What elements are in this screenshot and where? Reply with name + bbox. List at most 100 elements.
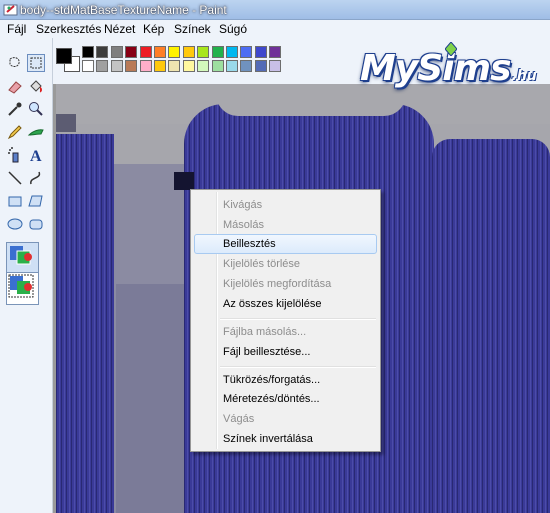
rectangle-tool[interactable] <box>6 192 24 210</box>
plumbob-icon <box>445 42 457 56</box>
palette-swatch[interactable] <box>269 46 282 58</box>
menu-colors[interactable]: Színek <box>174 22 211 36</box>
palette-swatch[interactable] <box>125 46 138 58</box>
menu-file[interactable]: Fájl <box>7 22 26 36</box>
airbrush-icon <box>8 147 19 163</box>
logo-suffix: .hu <box>511 68 537 84</box>
paint-app-icon[interactable] <box>3 2 19 17</box>
palette-swatch[interactable] <box>182 46 195 58</box>
pencil-tool[interactable] <box>6 123 24 141</box>
palette-swatch[interactable] <box>82 46 94 58</box>
menu-item-invert-selection[interactable]: Kijelölés megfordítása <box>194 275 377 295</box>
texture-neckline <box>216 94 406 116</box>
magnifier-icon <box>29 102 43 116</box>
palette-swatch[interactable] <box>96 60 109 72</box>
palette-swatch[interactable] <box>139 60 152 72</box>
brush-tool[interactable] <box>27 123 45 141</box>
svg-text:A: A <box>30 148 42 164</box>
menu-item-select-all[interactable]: Az összes kijelölése <box>194 295 377 315</box>
ellipse-tool[interactable] <box>6 215 24 233</box>
menu-separator <box>220 318 376 320</box>
logo-text: MySims <box>360 48 511 89</box>
color-picker-tool[interactable] <box>6 100 24 118</box>
palette-swatch[interactable] <box>110 60 123 72</box>
palette-swatch[interactable] <box>226 60 238 72</box>
menu-help[interactable]: Súgó <box>219 22 247 36</box>
palette-swatch[interactable] <box>139 46 152 58</box>
texture-lower-strip <box>116 284 184 513</box>
texture-shadow-block <box>56 114 76 132</box>
menu-item-paste-from-file[interactable]: Fájl beillesztése... <box>194 343 377 363</box>
rounded-rectangle-tool[interactable] <box>27 215 45 233</box>
palette-swatch[interactable] <box>82 60 94 72</box>
fill-bucket-icon <box>30 80 42 93</box>
palette-swatch[interactable] <box>197 46 210 58</box>
polygon-icon <box>28 195 43 207</box>
palette-swatch[interactable] <box>125 60 138 72</box>
select-tool[interactable] <box>27 54 45 72</box>
airbrush-tool[interactable] <box>6 146 24 164</box>
opaque-selection-icon <box>10 246 32 265</box>
palette-swatch[interactable] <box>182 60 195 72</box>
opaque-background-option[interactable] <box>6 242 39 275</box>
tool-panel: A <box>0 38 53 513</box>
window-title: body--stdMatBaseTextureName - Paint <box>20 3 227 17</box>
palette-swatch[interactable] <box>154 46 166 58</box>
palette-swatch[interactable] <box>240 46 253 58</box>
text-tool[interactable]: A <box>27 146 45 164</box>
free-form-select-icon <box>9 57 20 67</box>
menu-item-copy-to-file[interactable]: Fájlba másolás... <box>194 323 377 343</box>
palette-swatch[interactable] <box>226 46 238 58</box>
pencil-icon <box>7 125 22 140</box>
texture-dark-block <box>174 172 194 190</box>
texture-left-sleeve <box>56 134 114 513</box>
transparent-background-option[interactable] <box>6 272 39 305</box>
eyedropper-icon <box>8 102 22 116</box>
texture-right-sleeve <box>432 139 550 513</box>
palette-swatch[interactable] <box>110 46 123 58</box>
ellipse-icon <box>7 218 23 230</box>
menu-image[interactable]: Kép <box>143 22 164 36</box>
foreground-color-swatch[interactable] <box>56 48 72 64</box>
eraser-tool[interactable] <box>6 78 24 96</box>
current-colors[interactable] <box>54 46 84 76</box>
menu-item-clear-selection[interactable]: Kijelölés törlése <box>194 255 377 275</box>
text-icon: A <box>30 148 42 164</box>
palette-swatch[interactable] <box>269 60 282 72</box>
magnifier-tool[interactable] <box>27 100 45 118</box>
menu-edit[interactable]: Szerkesztés <box>36 22 101 36</box>
line-icon <box>8 171 22 185</box>
menu-separator <box>220 366 376 368</box>
palette-swatch[interactable] <box>96 46 109 58</box>
free-form-select-tool[interactable] <box>6 54 24 72</box>
brush-icon <box>27 129 44 136</box>
palette-swatch[interactable] <box>168 60 181 72</box>
curve-icon <box>30 171 41 185</box>
menu-item-copy[interactable]: Másolás <box>194 216 377 236</box>
menu-item-paste[interactable]: Beillesztés <box>194 234 377 254</box>
title-bar: body--stdMatBaseTextureName - Paint <box>0 0 550 20</box>
palette-swatch[interactable] <box>254 46 267 58</box>
palette-swatch[interactable] <box>197 60 210 72</box>
palette-swatch[interactable] <box>154 60 166 72</box>
menu-item-crop[interactable]: Vágás <box>194 410 377 430</box>
menu-item-flip-rotate[interactable]: Tükrözés/forgatás... <box>194 371 377 391</box>
palette-swatch[interactable] <box>240 60 253 72</box>
curve-tool[interactable] <box>27 169 45 187</box>
line-tool[interactable] <box>6 169 24 187</box>
rectangle-icon <box>8 196 22 207</box>
menu-item-cut[interactable]: Kivágás <box>194 196 377 216</box>
menu-view[interactable]: Nézet <box>104 22 135 36</box>
palette-swatch[interactable] <box>211 46 224 58</box>
rectangle-select-icon <box>30 57 42 69</box>
palette-swatch[interactable] <box>254 60 267 72</box>
palette-swatch[interactable] <box>168 46 181 58</box>
menu-item-stretch-skew[interactable]: Méretezés/döntés... <box>194 390 377 410</box>
menu-item-invert-colors[interactable]: Színek invertálása <box>194 430 377 450</box>
fill-tool[interactable] <box>27 78 45 96</box>
mysims-logo: MySims.hu <box>360 42 537 92</box>
polygon-tool[interactable] <box>27 192 45 210</box>
palette-swatch[interactable] <box>211 60 224 72</box>
eraser-icon <box>8 81 22 94</box>
menu-bar: Fájl Szerkesztés Nézet Kép Színek Súgó <box>0 20 550 39</box>
